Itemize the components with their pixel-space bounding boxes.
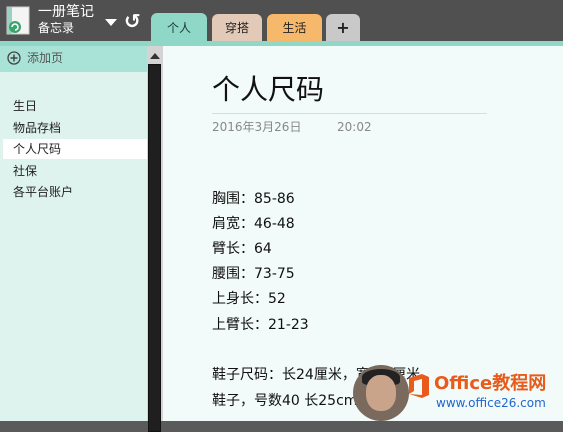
plus-circle-icon bbox=[7, 51, 21, 65]
note-line[interactable]: 腰围：73-75 bbox=[212, 265, 295, 283]
title-divider bbox=[212, 113, 487, 114]
page-title[interactable]: 个人尺码 bbox=[212, 73, 324, 107]
page-date: 2016年3月26日 bbox=[212, 120, 302, 134]
top-bar: 一册笔记 备忘录 ↺ 个人 穿搭 生活 + bbox=[0, 0, 563, 41]
page-item-social-security[interactable]: 社保 bbox=[0, 161, 147, 181]
tab-life[interactable]: 生活 bbox=[267, 14, 322, 41]
notebook-subtitle[interactable]: 备忘录 bbox=[38, 21, 74, 35]
tab-outfit[interactable]: 穿搭 bbox=[212, 14, 262, 41]
chevron-down-icon[interactable] bbox=[104, 16, 118, 28]
scrollbar[interactable] bbox=[147, 46, 163, 432]
tab-personal[interactable]: 个人 bbox=[151, 13, 207, 41]
page-list-sidebar: 添加页 生日 物品存档 个人尺码 社保 各平台账户 bbox=[0, 46, 147, 421]
watermark-avatar bbox=[353, 365, 409, 421]
page-content[interactable]: 个人尺码 2016年3月26日 20:02 胸围：85-86 肩宽：46-48 … bbox=[163, 46, 563, 421]
add-page-label: 添加页 bbox=[27, 51, 64, 65]
scroll-thumb[interactable] bbox=[148, 64, 161, 432]
page-time: 20:02 bbox=[337, 120, 372, 134]
note-line[interactable]: 上臂长：21-23 bbox=[212, 316, 309, 334]
notebook-icon[interactable] bbox=[6, 6, 32, 36]
watermark-brand: Office教程网 bbox=[434, 373, 547, 394]
add-section-button[interactable]: + bbox=[326, 14, 360, 41]
note-line[interactable]: 上身长：52 bbox=[212, 290, 286, 308]
page-item-sizes[interactable]: 个人尺码 bbox=[3, 139, 147, 159]
page-item-archive[interactable]: 物品存档 bbox=[0, 118, 147, 138]
office-logo-icon bbox=[409, 374, 429, 398]
notebook-title[interactable]: 一册笔记 bbox=[38, 4, 94, 20]
watermark-url: www.office26.com bbox=[436, 396, 546, 410]
note-line[interactable]: 臂长：64 bbox=[212, 240, 272, 258]
add-page-button[interactable]: 添加页 bbox=[0, 46, 147, 72]
page-item-accounts[interactable]: 各平台账户 bbox=[0, 182, 147, 202]
scroll-up-icon[interactable] bbox=[148, 49, 162, 63]
page-item-birthday[interactable]: 生日 bbox=[0, 96, 147, 116]
note-line[interactable]: 鞋子，号数40 长25cm bbox=[212, 392, 357, 410]
sync-icon[interactable]: ↺ bbox=[124, 10, 141, 32]
note-line[interactable]: 胸围：85-86 bbox=[212, 190, 295, 208]
note-line[interactable]: 肩宽：46-48 bbox=[212, 215, 295, 233]
